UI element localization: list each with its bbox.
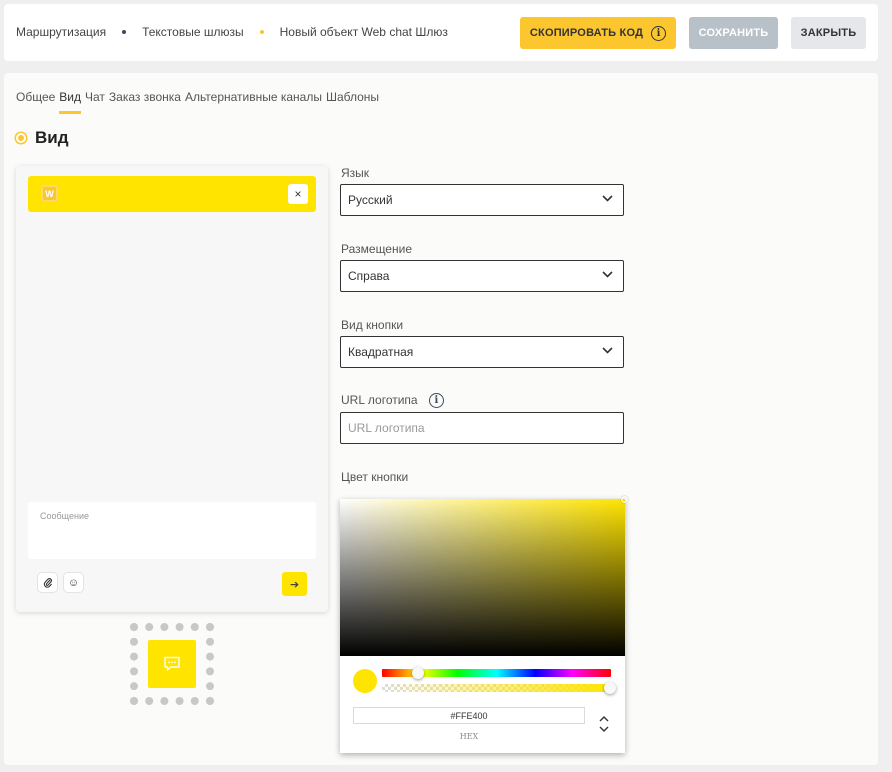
language-label: Язык [341,166,370,180]
copy-code-label: СКОПИРОВАТЬ КОД [529,27,644,39]
hex-input[interactable] [353,707,585,724]
language-value: Русский [348,193,393,207]
chat-launcher-preview [130,623,214,705]
chat-preview: W × Сообщение ☺ ➔ [16,166,328,612]
info-icon[interactable]: i [651,25,667,41]
breadcrumb-item-text-gateways[interactable]: Текстовые шлюзы [142,25,244,39]
chat-preview-header: W × [28,176,316,212]
section-bullet-icon [16,133,26,143]
paperclip-icon[interactable] [38,573,57,592]
breadcrumb-item-routing[interactable]: Маршрутизация [16,25,106,39]
top-bar: Маршрутизация Текстовые шлюзы Новый объе… [4,4,878,61]
breadcrumb-item-current: Новый объект Web chat Шлюз [279,25,448,39]
color-mode-toggle-icon[interactable] [598,715,610,733]
chevron-down-icon [602,347,613,354]
tab-callback[interactable]: Заказ звонка [109,90,181,110]
saturation-area[interactable] [340,496,628,656]
chat-message-input[interactable]: Сообщение [28,502,316,559]
placement-select[interactable]: Справа [340,260,624,292]
section-title: Вид [16,128,69,148]
breadcrumb: Маршрутизация Текстовые шлюзы Новый объе… [16,25,448,39]
tab-alt-channels[interactable]: Альтернативные каналы [185,90,322,110]
hue-slider-handle[interactable] [412,667,424,679]
color-mode-label: HEX [459,732,479,741]
chat-close-icon[interactable]: × [288,184,308,204]
breadcrumb-separator-dot [122,30,127,34]
chevron-down-icon [602,271,613,278]
breadcrumb-separator-dot [259,30,264,34]
button-color-label: Цвет кнопки [341,470,409,484]
close-button[interactable]: ЗАКРЫТЬ [791,17,866,49]
alpha-slider[interactable] [382,682,616,694]
tab-bar: Общее Вид Чат Заказ звонка Альтернативны… [16,90,383,114]
tab-view[interactable]: Вид [59,90,81,114]
placement-value: Справа [348,269,390,283]
tab-chat[interactable]: Чат [85,90,105,110]
tab-general[interactable]: Общее [16,90,55,110]
color-swatch [353,669,377,693]
chevron-down-icon [602,195,613,202]
saturation-handle[interactable] [621,496,628,503]
save-button[interactable]: СОХРАНИТЬ [689,17,778,49]
button-type-value: Квадратная [348,345,414,359]
chat-logo-icon: W [41,185,58,202]
hue-slider[interactable] [382,667,611,679]
copy-code-button[interactable]: СКОПИРОВАТЬ КОД i [520,17,676,49]
chat-bubble-icon [148,640,196,688]
logo-url-label: URL логотипа [341,393,418,407]
tab-templates[interactable]: Шаблоны [326,90,379,110]
send-icon[interactable]: ➔ [282,572,307,596]
chat-message-placeholder: Сообщение [40,511,89,521]
section-title-text: Вид [35,128,69,147]
settings-panel: Общее Вид Чат Заказ звонка Альтернативны… [4,73,878,765]
smile-icon[interactable]: ☺ [64,573,83,592]
color-picker: HEX [340,496,628,753]
logo-url-input[interactable] [340,412,624,444]
logo-url-label-row: URL логотипа i [341,393,444,409]
button-type-label: Вид кнопки [341,318,404,332]
placement-label: Размещение [341,242,412,256]
language-select[interactable]: Русский [340,184,624,216]
info-icon[interactable]: i [428,393,444,409]
button-type-select[interactable]: Квадратная [340,336,624,368]
alpha-slider-handle[interactable] [604,682,616,694]
